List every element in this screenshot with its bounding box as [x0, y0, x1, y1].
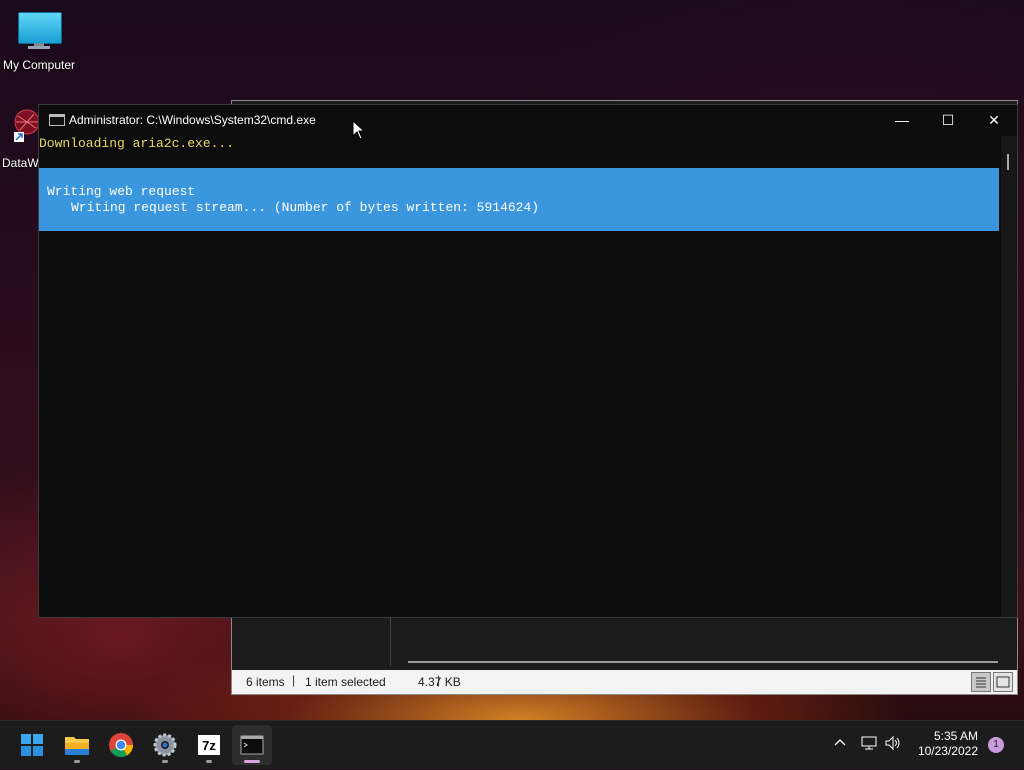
clock-button[interactable]: 5:35 AM 10/23/2022	[918, 729, 978, 759]
status-bar: 6 items | 1 item selected 4.37 KB |	[232, 670, 1017, 694]
taskbar-settings[interactable]	[145, 725, 185, 765]
running-indicator	[206, 760, 212, 763]
speaker-icon	[885, 735, 900, 751]
folder-icon	[65, 737, 89, 755]
window-titlebar[interactable]: Administrator: C:\Windows\System32\cmd.e…	[39, 105, 1017, 136]
taskbar-file-explorer[interactable]	[57, 725, 97, 765]
list-view-icon	[976, 677, 986, 688]
clock-date: 10/23/2022	[917, 744, 978, 758]
active-indicator	[244, 760, 260, 763]
7zip-label: 7z	[202, 738, 216, 753]
start-button[interactable]	[12, 725, 52, 765]
status-selected: 1 item selected	[305, 675, 386, 689]
status-separator: |	[292, 673, 296, 687]
desktop-icon-label: My Computer	[2, 58, 76, 72]
mouse-cursor-icon	[352, 120, 366, 140]
progress-detail-line: Writing request stream... (Number of byt…	[71, 200, 540, 215]
vertical-scrollbar[interactable]	[1001, 136, 1017, 617]
running-indicator	[162, 760, 168, 763]
scrollbar-thumb[interactable]	[1007, 154, 1009, 170]
running-indicator	[74, 760, 80, 763]
7zip-icon: 7z	[198, 735, 220, 755]
desktop-icon-label: DataW	[2, 156, 39, 170]
show-hidden-icons-button[interactable]	[833, 735, 847, 752]
status-item-count: 6 items	[246, 675, 285, 689]
monitor-icon	[18, 12, 62, 44]
console-icon	[49, 114, 65, 126]
details-view-button[interactable]	[971, 672, 991, 692]
status-separator: |	[437, 673, 441, 687]
taskbar: 7z 5:35 AM 10/23/2022 1	[0, 720, 1024, 769]
taskbar-7zip[interactable]: 7z	[189, 725, 229, 765]
console-output-line: Downloading aria2c.exe...	[39, 136, 235, 151]
windows-start-icon	[21, 734, 43, 756]
network-icon	[861, 736, 877, 750]
progress-banner: Writing web request Writing request stre…	[39, 168, 999, 231]
progress-status-line: Writing web request	[47, 184, 196, 199]
notification-badge[interactable]: 1	[988, 737, 1004, 753]
chrome-icon	[109, 733, 133, 758]
preview-view-button[interactable]	[993, 672, 1013, 692]
cmd-window[interactable]: Administrator: C:\Windows\System32\cmd.e…	[38, 104, 1018, 618]
chevron-up-icon	[834, 739, 846, 746]
volume-button[interactable]	[884, 735, 902, 754]
maximize-button[interactable]: ☐	[925, 105, 971, 136]
terminal-icon	[240, 735, 264, 755]
taskbar-cmd[interactable]	[232, 725, 272, 765]
horizontal-scrollbar[interactable]	[408, 661, 998, 663]
close-button[interactable]: ✕	[971, 105, 1017, 136]
window-title: Administrator: C:\Windows\System32\cmd.e…	[69, 113, 316, 127]
network-button[interactable]	[860, 735, 878, 754]
taskbar-chrome[interactable]	[101, 725, 141, 765]
clock-time: 5:35 AM	[933, 729, 978, 743]
minimize-button[interactable]: —	[879, 105, 925, 136]
gear-icon	[153, 733, 177, 757]
large-icons-view-icon	[996, 676, 1010, 688]
